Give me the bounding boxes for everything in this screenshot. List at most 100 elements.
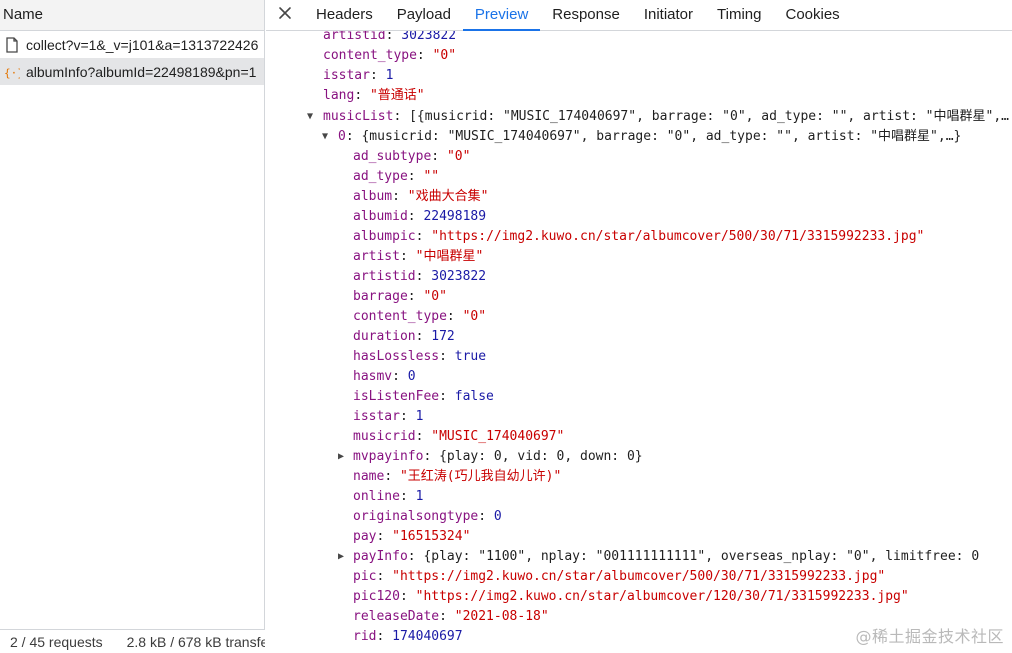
- status-bar: 2 / 45 requests 2.8 kB / 678 kB transfer…: [0, 629, 265, 653]
- json-property-hasmv: hasmv: 0: [353, 369, 416, 384]
- json-property-online: online: 1: [353, 489, 424, 504]
- json-key: isstar: [353, 409, 400, 424]
- json-property-musiclist[interactable]: musicList: [{musicrid: "MUSIC_174040697"…: [323, 107, 1009, 127]
- json-value: 0: [407, 369, 416, 384]
- json-key: musicrid: [353, 429, 416, 444]
- json-property-content_type: content_type: "0": [353, 309, 487, 324]
- json-property-isstar: isstar: 1: [353, 409, 424, 424]
- details-panel: Headers Payload Preview Response Initiat…: [266, 0, 1012, 653]
- expand-triangle-icon[interactable]: ▼: [322, 127, 334, 147]
- json-value: "0": [462, 309, 487, 324]
- json-value: 174040697: [392, 629, 463, 644]
- tab-response[interactable]: Response: [540, 0, 632, 30]
- json-icon: {·}: [4, 64, 20, 80]
- json-value: 3023822: [401, 31, 457, 43]
- json-value: "0": [423, 289, 447, 304]
- json-property-barrage: barrage: "0": [353, 289, 447, 304]
- request-name: collect?v=1&_v=j101&a=1313722426: [26, 36, 259, 53]
- json-value: 22498189: [423, 209, 487, 224]
- expand-triangle-icon[interactable]: ▼: [307, 107, 319, 127]
- json-value: "2021-08-18": [454, 609, 549, 624]
- json-key: duration: [353, 329, 416, 344]
- json-value: "王红涛(巧儿我自幼儿许)": [399, 469, 562, 484]
- json-property-artistid: artistid: 3023822: [353, 269, 487, 284]
- json-key: pic: [353, 569, 377, 584]
- json-key: ad_subtype: [353, 149, 432, 164]
- json-key: artistid: [353, 269, 416, 284]
- json-key: lang: [323, 88, 355, 103]
- close-details-button[interactable]: [266, 0, 304, 30]
- json-value: "https://img2.kuwo.cn/star/albumcover/50…: [392, 569, 886, 584]
- tab-timing[interactable]: Timing: [705, 0, 773, 30]
- name-column-header[interactable]: Name: [0, 0, 264, 31]
- json-property-originalsongtype: originalsongtype: 0: [353, 509, 502, 524]
- json-property: lang: "普通话": [323, 88, 425, 103]
- json-value: "戏曲大合集": [407, 189, 489, 204]
- json-key: isstar: [323, 68, 370, 83]
- json-property-pic120: pic120: "https://img2.kuwo.cn/star/album…: [353, 589, 909, 604]
- json-property-payinfo[interactable]: payInfo: {play: "1100", nplay: "00111111…: [353, 547, 979, 567]
- tab-headers[interactable]: Headers: [304, 0, 385, 30]
- expand-triangle-icon[interactable]: ▶: [338, 447, 350, 467]
- json-key: barrage: [353, 289, 408, 304]
- json-key: artist: [353, 249, 400, 264]
- json-key: artistid: [323, 31, 386, 43]
- json-key: payInfo: [353, 549, 408, 564]
- json-property-artist: artist: "中唱群星": [353, 249, 484, 264]
- request-name: albumInfo?albumId=22498189&pn=1: [26, 63, 257, 80]
- json-property-pay: pay: "16515324": [353, 529, 471, 544]
- json-value: 1: [385, 68, 394, 83]
- json-value: {play: 0, vid: 0, down: 0}: [439, 449, 643, 464]
- json-key: content_type: [323, 48, 417, 63]
- json-key: originalsongtype: [353, 509, 479, 524]
- json-key: pay: [353, 529, 377, 544]
- json-property: isstar: 1: [323, 68, 394, 83]
- json-key: musicList: [323, 109, 394, 124]
- json-property-musicrid: musicrid: "MUSIC_174040697": [353, 429, 565, 444]
- request-row-albuminfo[interactable]: {·} albumInfo?albumId=22498189&pn=1: [0, 58, 264, 85]
- json-value: {play: "1100", nplay: "001111111111", ov…: [423, 549, 980, 564]
- json-key: content_type: [353, 309, 447, 324]
- json-value: "中唱群星": [415, 249, 484, 264]
- json-property-releasedate: releaseDate: "2021-08-18": [353, 609, 549, 624]
- json-property-islistenfee: isListenFee: false: [353, 389, 494, 404]
- json-value: "普通话": [369, 88, 425, 103]
- request-list-panel: Name collect?v=1&_v=j101&a=1313722426 {·…: [0, 0, 265, 653]
- request-count: 2 / 45 requests: [10, 633, 103, 650]
- json-property-haslossless: hasLossless: true: [353, 349, 487, 364]
- json-value: "0": [446, 149, 471, 164]
- json-key: album: [353, 189, 393, 204]
- transfer-size: 2.8 kB / 678 kB transferred: [126, 633, 265, 650]
- document-icon: [4, 36, 20, 53]
- json-value: "https://img2.kuwo.cn/star/albumcover/12…: [415, 589, 909, 604]
- tab-initiator[interactable]: Initiator: [632, 0, 705, 30]
- json-value: false: [454, 389, 494, 404]
- json-value: 1: [415, 409, 424, 424]
- name-column-label: Name: [3, 6, 44, 23]
- json-property-albumid: albumid: 22498189: [353, 209, 487, 224]
- json-preview: artistid: 3023822 content_type: "0" isst…: [266, 31, 1012, 653]
- tab-preview[interactable]: Preview: [462, 0, 541, 31]
- json-property-name: name: "王红涛(巧儿我自幼儿许)": [353, 469, 562, 484]
- json-key: isListenFee: [353, 389, 440, 404]
- request-row-collect[interactable]: collect?v=1&_v=j101&a=1313722426: [0, 31, 264, 58]
- json-key: ad_type: [353, 169, 408, 184]
- json-property-mvpayinfo[interactable]: mvpayinfo: {play: 0, vid: 0, down: 0}: [353, 447, 643, 467]
- json-value: 1: [415, 489, 424, 504]
- expand-triangle-icon[interactable]: ▶: [338, 547, 350, 567]
- json-property-rid: rid: 174040697: [353, 629, 463, 644]
- json-key: 0: [338, 129, 346, 144]
- json-property-item-0[interactable]: 0: {musicrid: "MUSIC_174040697", barrage…: [338, 127, 961, 147]
- json-key: online: [353, 489, 400, 504]
- json-value: 172: [431, 329, 455, 344]
- json-value: 3023822: [431, 269, 487, 284]
- json-key: albumid: [353, 209, 408, 224]
- tab-cookies[interactable]: Cookies: [773, 0, 851, 30]
- json-key: hasmv: [353, 369, 393, 384]
- json-property-ad_subtype: ad_subtype: "0": [353, 149, 471, 164]
- json-property-album: album: "戏曲大合集": [353, 189, 489, 204]
- json-key: pic120: [353, 589, 400, 604]
- tab-payload[interactable]: Payload: [385, 0, 463, 30]
- details-tabbar: Headers Payload Preview Response Initiat…: [266, 0, 1012, 31]
- json-key: releaseDate: [353, 609, 440, 624]
